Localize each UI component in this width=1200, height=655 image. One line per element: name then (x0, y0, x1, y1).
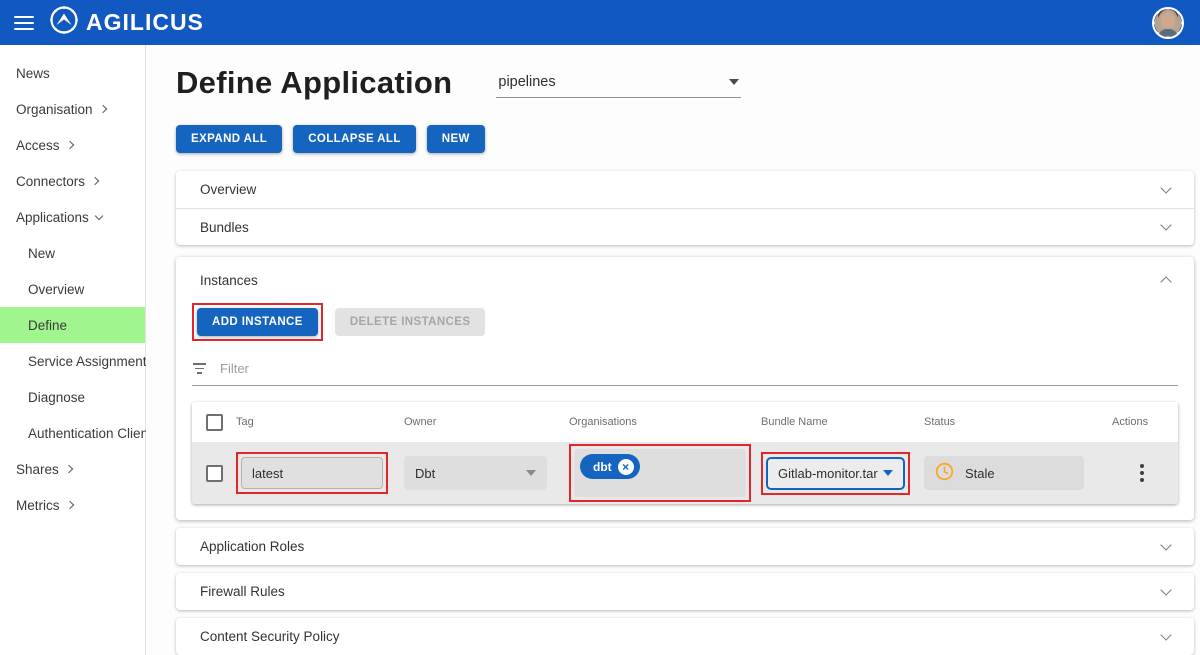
filter-field[interactable] (192, 361, 1178, 386)
section-overview[interactable]: Overview (176, 171, 1194, 208)
section-bundles[interactable]: Bundles (176, 208, 1194, 245)
instances-table: Tag Owner Organisations Bundle Name Stat… (192, 402, 1178, 504)
agilicus-logo-icon (48, 4, 80, 41)
organisations-field[interactable]: dbt × (574, 449, 746, 497)
annotation-box-tag (236, 452, 388, 494)
chevron-down-icon (1160, 584, 1171, 595)
tag-input[interactable] (241, 457, 383, 489)
top-app-bar: AGILICUS (0, 0, 1200, 45)
new-button[interactable]: NEW (427, 125, 485, 153)
sidebar-item-service-assignment[interactable]: Service Assignment (0, 343, 145, 379)
user-avatar[interactable] (1150, 5, 1186, 41)
col-header-actions: Actions (1112, 416, 1178, 428)
annotation-box-add-instance: ADD INSTANCE (192, 303, 323, 341)
chevron-right-icon (91, 177, 99, 185)
sidebar-item-metrics[interactable]: Metrics (0, 487, 145, 523)
page-title: Define Application (176, 65, 452, 101)
sidebar-item-connectors[interactable]: Connectors (0, 163, 145, 199)
accordion-application-roles: Application Roles (176, 528, 1194, 565)
menu-icon[interactable] (14, 16, 34, 30)
filter-input[interactable] (220, 361, 1178, 376)
accordion-firewall-rules: Firewall Rules (176, 573, 1194, 610)
chevron-down-icon (95, 211, 103, 219)
delete-instances-button: DELETE INSTANCES (335, 308, 486, 336)
sidebar-item-new[interactable]: New (0, 235, 145, 271)
status-text: Stale (965, 466, 995, 481)
chip-remove-icon[interactable]: × (618, 459, 634, 475)
sidebar-item-organisation[interactable]: Organisation (0, 91, 145, 127)
row-actions-menu-icon[interactable] (1136, 460, 1148, 486)
dropdown-arrow-icon (526, 470, 536, 476)
sidebar-item-overview[interactable]: Overview (0, 271, 145, 307)
brand-name: AGILICUS (86, 9, 204, 36)
chevron-right-icon (65, 141, 73, 149)
select-all-checkbox[interactable] (206, 414, 223, 431)
section-instances: Instances ADD INSTANCE DELETE INSTANCES … (176, 257, 1194, 520)
chevron-down-icon (1160, 629, 1171, 640)
organisation-chip[interactable]: dbt × (580, 454, 640, 479)
clock-icon (935, 462, 954, 484)
accordion-top: Overview Bundles (176, 171, 1194, 245)
section-firewall-rules[interactable]: Firewall Rules (176, 573, 1194, 610)
add-instance-button[interactable]: ADD INSTANCE (197, 308, 318, 336)
collapse-all-button[interactable]: COLLAPSE ALL (293, 125, 416, 153)
col-header-organisations: Organisations (569, 416, 761, 428)
row-checkbox[interactable] (206, 465, 223, 482)
chevron-up-icon (1160, 276, 1171, 287)
brand[interactable]: AGILICUS (48, 4, 204, 41)
sidebar-item-shares[interactable]: Shares (0, 451, 145, 487)
chevron-right-icon (98, 105, 106, 113)
chevron-down-icon (1160, 539, 1171, 550)
sidebar-item-authentication-clients[interactable]: Authentication Clients (0, 415, 145, 451)
annotation-box-organisations: dbt × (569, 444, 751, 502)
table-row: Dbt dbt × (192, 442, 1178, 504)
sidebar-item-news[interactable]: News (0, 55, 145, 91)
expand-all-button[interactable]: EXPAND ALL (176, 125, 282, 153)
sidebar-item-diagnose[interactable]: Diagnose (0, 379, 145, 415)
accordion-content-security-policy: Content Security Policy (176, 618, 1194, 655)
chevron-down-icon (1160, 219, 1171, 230)
chevron-down-icon (1160, 182, 1171, 193)
col-header-owner: Owner (404, 416, 569, 428)
sidebar-item-define[interactable]: Define (0, 307, 145, 343)
status-badge: Stale (924, 456, 1084, 490)
dropdown-arrow-icon (729, 79, 739, 85)
section-application-roles[interactable]: Application Roles (176, 528, 1194, 565)
col-header-bundle-name: Bundle Name (761, 416, 924, 428)
col-header-status: Status (924, 416, 1112, 428)
bundle-name-select[interactable]: Gitlab-monitor.tar (766, 457, 905, 490)
chevron-right-icon (65, 501, 73, 509)
application-select-value: pipelines (498, 74, 555, 90)
annotation-box-bundle: Gitlab-monitor.tar (761, 452, 910, 495)
table-header-row: Tag Owner Organisations Bundle Name Stat… (192, 402, 1178, 442)
filter-icon (192, 363, 206, 374)
instances-header[interactable]: Instances (176, 257, 1194, 303)
sidebar-item-applications[interactable]: Applications (0, 199, 145, 235)
main-content: Define Application pipelines EXPAND ALL … (146, 45, 1200, 655)
sidebar-item-access[interactable]: Access (0, 127, 145, 163)
col-header-tag: Tag (236, 416, 404, 428)
application-select[interactable]: pipelines (496, 74, 741, 98)
owner-select[interactable]: Dbt (404, 456, 547, 490)
dropdown-arrow-icon (883, 470, 893, 476)
sidebar-nav: News Organisation Access Connectors Appl… (0, 45, 146, 655)
section-content-security-policy[interactable]: Content Security Policy (176, 618, 1194, 655)
chevron-right-icon (65, 465, 73, 473)
